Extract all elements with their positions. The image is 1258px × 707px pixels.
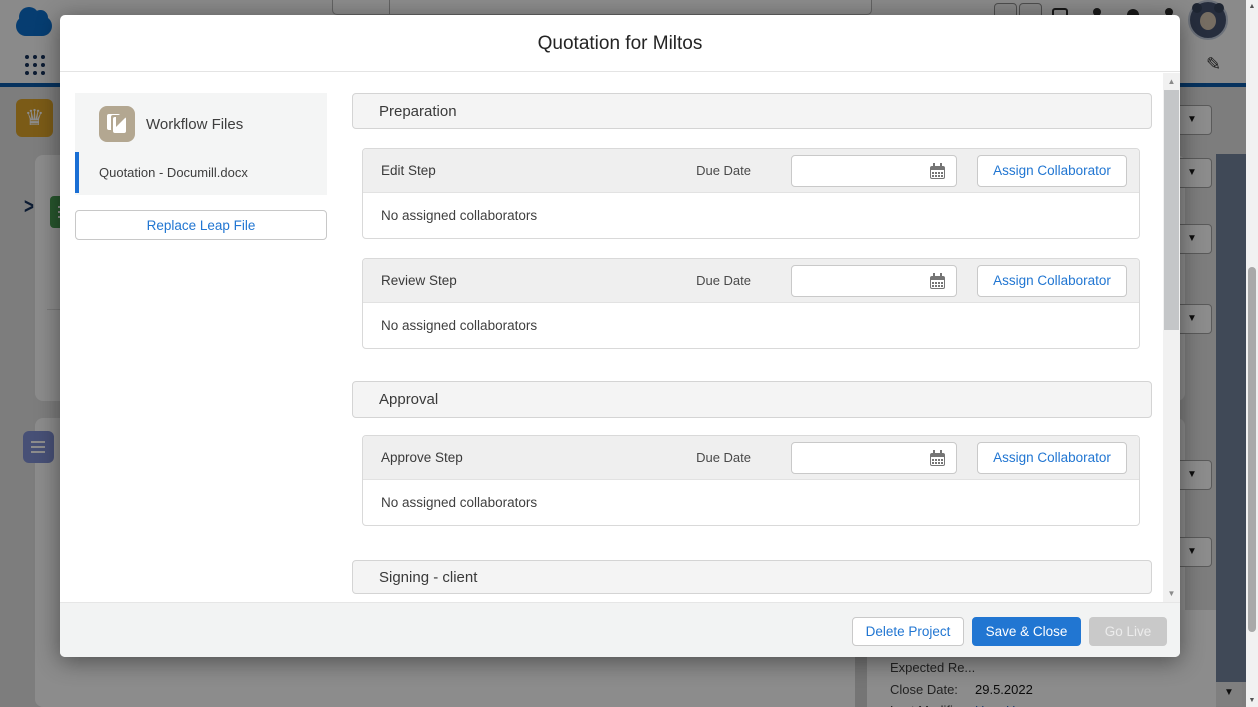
workflow-files-sidebar: Workflow Files Quotation - Documill.docx… <box>75 93 327 195</box>
step-name: Review Step <box>381 273 457 288</box>
section-header-preparation: Preparation <box>352 93 1152 129</box>
step-name: Approve Step <box>381 450 463 465</box>
step-name: Edit Step <box>381 163 436 178</box>
due-date-field <box>791 442 957 474</box>
due-date-label: Due Date <box>696 273 751 288</box>
collaborators-area: No assigned collaborators <box>363 303 1139 348</box>
modal-footer: Delete Project Save & Close Go Live <box>60 602 1180 657</box>
no-collaborators-text: No assigned collaborators <box>381 318 537 333</box>
save-and-close-button[interactable]: Save & Close <box>972 617 1081 646</box>
section-title: Approval <box>379 391 438 408</box>
step-card-review: Review Step Due Date Assign Collaborator… <box>362 258 1140 349</box>
scroll-up-icon[interactable]: ▲ <box>1163 77 1180 86</box>
section-header-signing: Signing - client <box>352 560 1152 594</box>
scroll-down-icon[interactable]: ▼ <box>1246 697 1258 704</box>
calendar-icon[interactable] <box>930 276 945 289</box>
scroll-down-icon[interactable]: ▼ <box>1163 589 1180 598</box>
step-card-edit: Edit Step Due Date Assign Collaborator N… <box>362 148 1140 239</box>
replace-leap-file-button[interactable]: Replace Leap File <box>75 210 327 240</box>
step-card-header: Approve Step Due Date Assign Collaborato… <box>363 436 1139 480</box>
due-date-field <box>791 265 957 297</box>
collaborators-area: No assigned collaborators <box>363 480 1139 525</box>
page-scrollbar[interactable]: ▲ ▼ <box>1246 0 1258 707</box>
assign-collaborator-button[interactable]: Assign Collaborator <box>977 265 1127 297</box>
step-card-header: Review Step Due Date Assign Collaborator <box>363 259 1139 303</box>
modal-scrollbar[interactable]: ▲ ▼ <box>1163 73 1180 602</box>
calendar-icon[interactable] <box>930 166 945 179</box>
scroll-up-icon[interactable]: ▲ <box>1246 3 1258 10</box>
due-date-field <box>791 155 957 187</box>
calendar-icon[interactable] <box>930 453 945 466</box>
step-card-header: Edit Step Due Date Assign Collaborator <box>363 149 1139 193</box>
file-name: Quotation - Documill.docx <box>99 165 248 180</box>
document-stack-icon <box>99 106 135 142</box>
no-collaborators-text: No assigned collaborators <box>381 495 537 510</box>
section-title: Preparation <box>379 103 457 120</box>
collaborators-area: No assigned collaborators <box>363 193 1139 238</box>
page-scrollbar-thumb[interactable] <box>1248 267 1256 632</box>
screen: ✎ ♛ > ▼ ▼ ▼ ▼ ▼ ▼ ▼ Expected Re... Close… <box>0 0 1258 707</box>
due-date-input[interactable] <box>800 157 928 185</box>
file-item-selected[interactable]: Quotation - Documill.docx <box>75 152 327 193</box>
workflow-files-panel: Workflow Files Quotation - Documill.docx <box>75 93 327 195</box>
section-header-approval: Approval <box>352 381 1152 418</box>
assign-collaborator-button[interactable]: Assign Collaborator <box>977 155 1127 187</box>
due-date-label: Due Date <box>696 163 751 178</box>
due-date-input[interactable] <box>800 267 928 295</box>
workflow-modal: Quotation for Miltos Workflow Files Quot… <box>60 15 1180 657</box>
section-title: Signing - client <box>379 569 477 586</box>
due-date-input[interactable] <box>800 444 928 472</box>
assign-collaborator-button[interactable]: Assign Collaborator <box>977 442 1127 474</box>
delete-project-button[interactable]: Delete Project <box>852 617 964 646</box>
step-card-approve: Approve Step Due Date Assign Collaborato… <box>362 435 1140 526</box>
modal-scrollbar-thumb[interactable] <box>1164 90 1179 330</box>
no-collaborators-text: No assigned collaborators <box>381 208 537 223</box>
due-date-label: Due Date <box>696 450 751 465</box>
modal-title: Quotation for Miltos <box>60 15 1180 72</box>
go-live-button[interactable]: Go Live <box>1089 617 1167 646</box>
sidebar-title: Workflow Files <box>146 116 243 133</box>
